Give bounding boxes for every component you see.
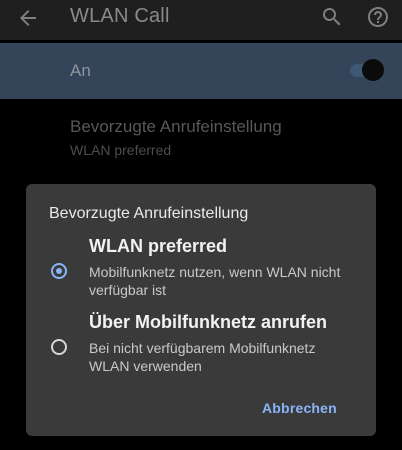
dialog-title: Bevorzugte Anrufeinstellung — [49, 205, 249, 222]
master-switch-label: An — [70, 61, 91, 80]
option-mobile-network[interactable]: Über Mobilfunknetz anrufen Bei nicht ver… — [26, 312, 376, 380]
search-icon[interactable] — [320, 5, 344, 29]
page-title: WLAN Call — [70, 5, 170, 27]
calling-preference-dialog: Bevorzugte Anrufeinstellung WLAN preferr… — [26, 184, 376, 436]
radio-unselected-icon[interactable] — [51, 339, 67, 355]
option-wlan-preferred[interactable]: WLAN preferred Mobilfunknetz nutzen, wen… — [26, 236, 376, 304]
help-icon[interactable] — [366, 5, 390, 29]
app-bar: WLAN Call — [0, 0, 402, 40]
switch-thumb[interactable] — [362, 59, 384, 81]
radio-selected-icon[interactable] — [51, 263, 67, 279]
screen: WLAN Call An Bevorzugte Anrufeinstellung… — [0, 0, 402, 450]
calling-preference-summary: WLAN preferred — [70, 142, 172, 158]
option-description: Bei nicht verfügbarem Mobilfunknetz WLAN… — [89, 340, 316, 374]
option-title: Über Mobilfunknetz anrufen — [89, 312, 327, 332]
option-description: Mobilfunknetz nutzen, wenn WLAN nicht ve… — [89, 264, 341, 298]
calling-preference-row[interactable]: Bevorzugte Anrufeinstellung WLAN preferr… — [0, 108, 402, 168]
cancel-button[interactable]: Abbrechen — [262, 400, 337, 416]
master-switch-row[interactable]: An — [0, 43, 402, 99]
option-title: WLAN preferred — [89, 236, 228, 256]
calling-preference-title: Bevorzugte Anrufeinstellung — [70, 117, 282, 136]
arrow-back-icon[interactable] — [16, 6, 40, 30]
